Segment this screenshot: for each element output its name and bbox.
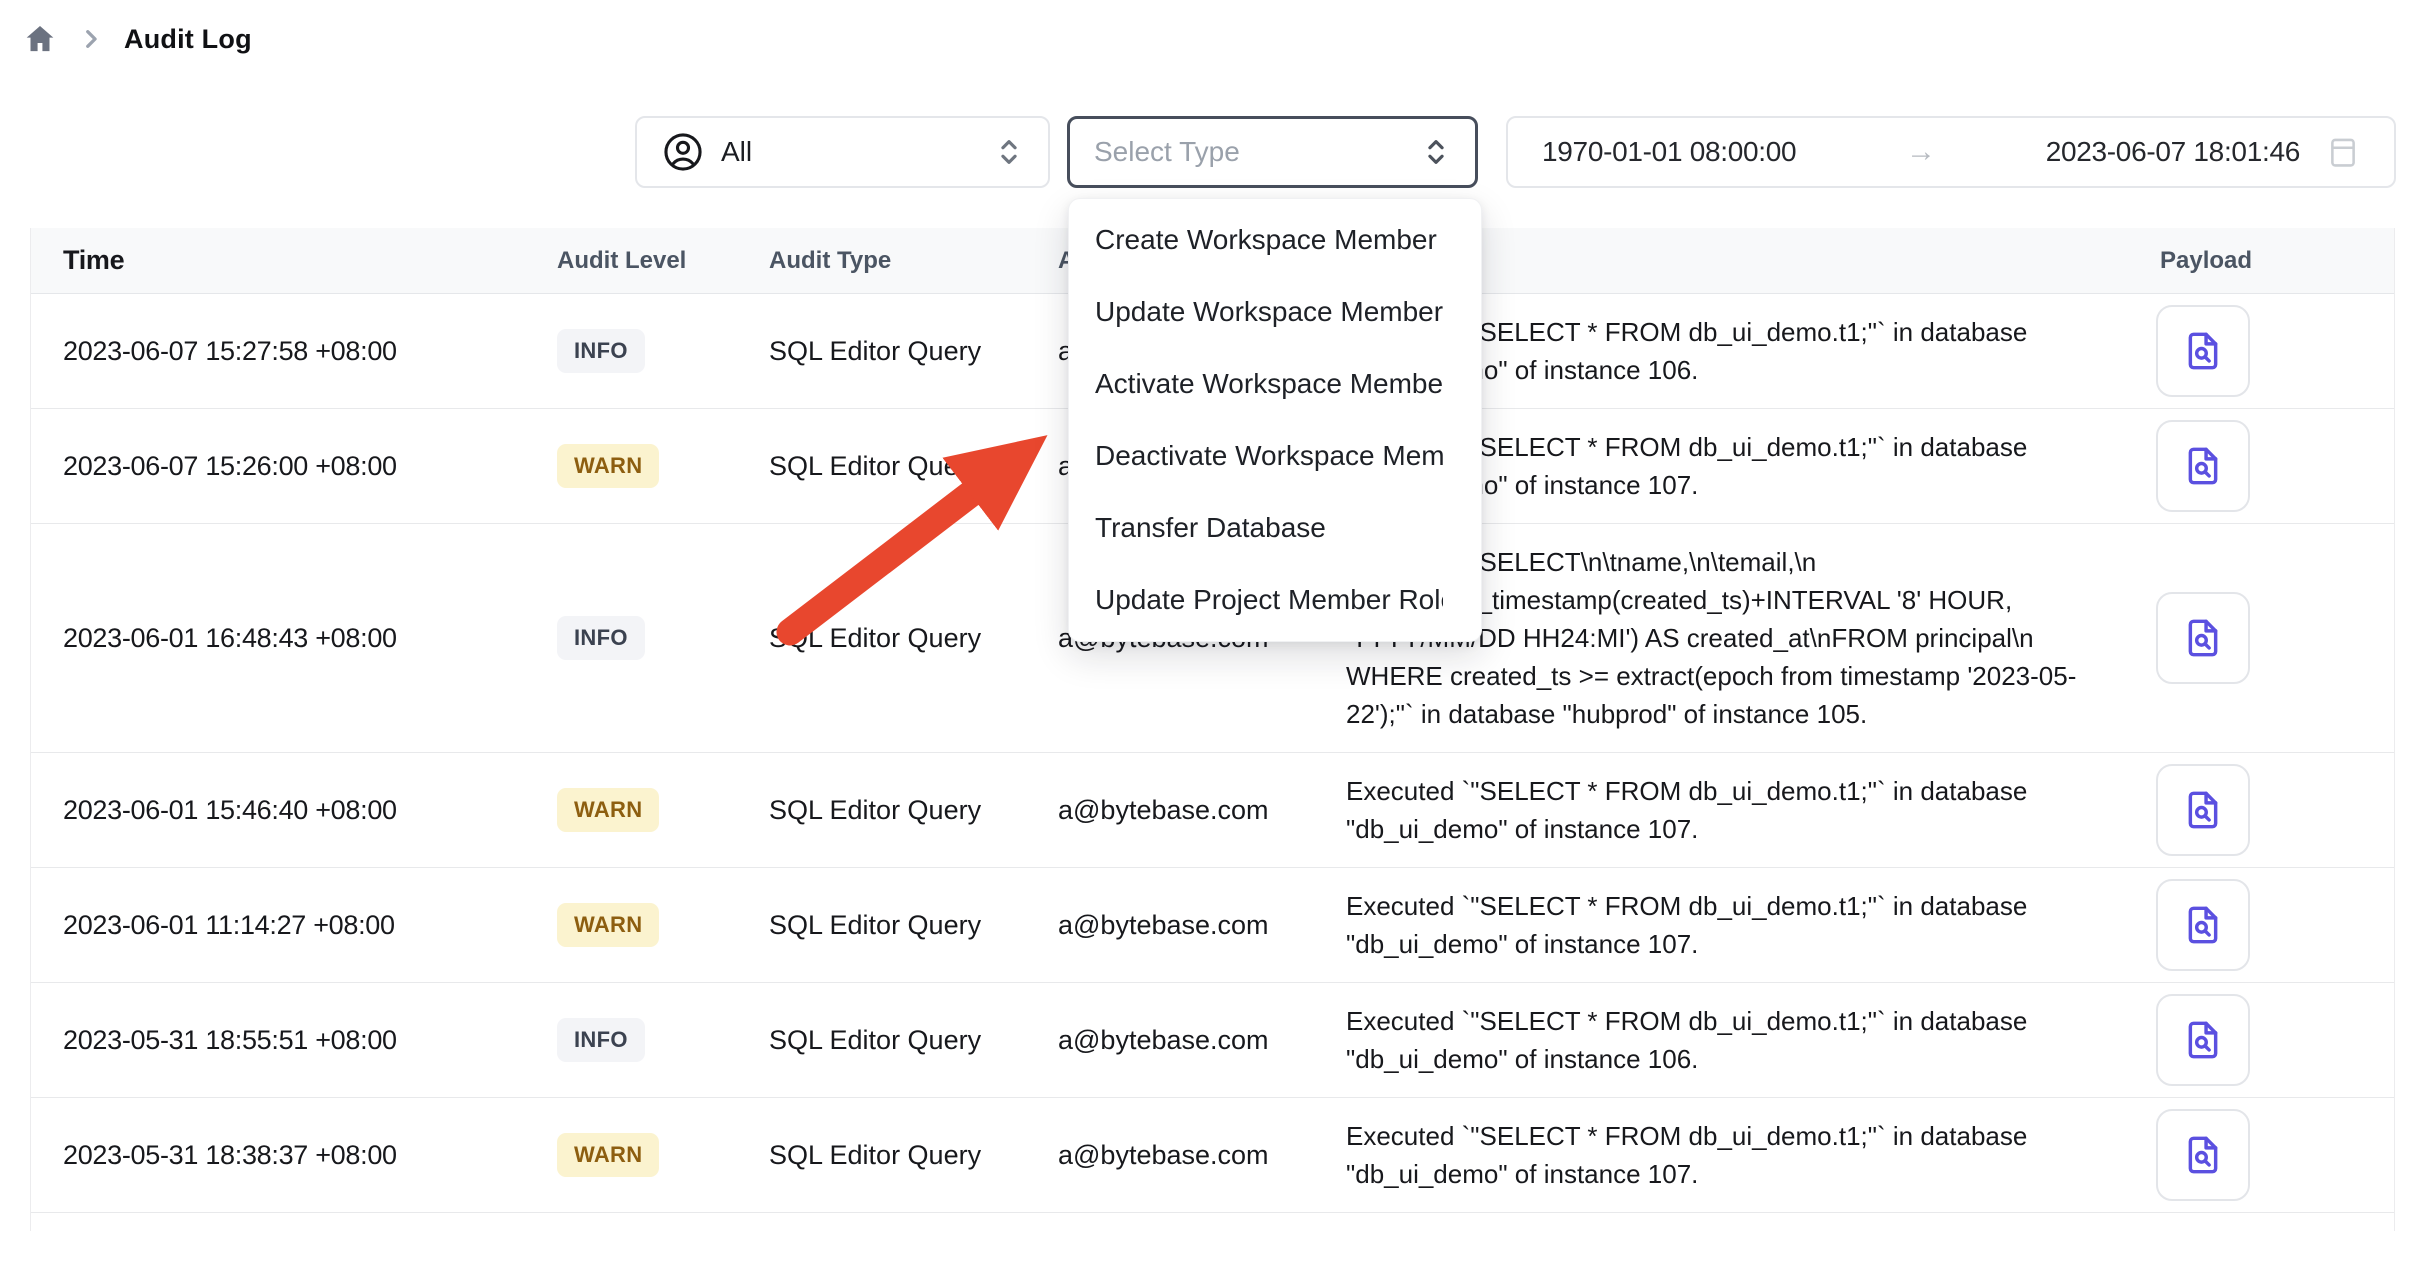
- type-filter-placeholder: Select Type: [1094, 136, 1240, 168]
- dropdown-option[interactable]: Activate Workspace Member: [1069, 348, 1481, 420]
- time-cell: 2023-06-07 15:26:00 +08:00: [31, 451, 551, 482]
- time-cell: 2023-06-01 16:48:43 +08:00: [31, 623, 551, 654]
- updown-chevron-icon: [994, 135, 1024, 169]
- dropdown-option[interactable]: Update Workspace Member: [1069, 276, 1481, 348]
- comment-cell: Executed `"SELECT * FROM db_ui_demo.t1;"…: [1344, 868, 2132, 982]
- actor-cell: a@bytebase.com: [1058, 1140, 1344, 1171]
- filter-bar: All Select Type 1970-01-01 08:00:00 → 20…: [0, 116, 2410, 188]
- calendar-icon: [2326, 133, 2360, 171]
- date-range-end[interactable]: 2023-06-07 18:01:46: [2046, 136, 2300, 168]
- audit-level-badge: WARN: [557, 1133, 659, 1177]
- file-search-icon: [2180, 787, 2226, 833]
- dropdown-option[interactable]: Deactivate Workspace Member: [1069, 420, 1481, 492]
- home-icon[interactable]: [22, 22, 58, 56]
- updown-chevron-icon: [1421, 135, 1451, 169]
- audit-level-badge: INFO: [557, 1018, 645, 1062]
- payload-cell: [2132, 420, 2394, 512]
- audit-level-badge: WARN: [557, 444, 659, 488]
- col-header-payload: Payload: [2132, 247, 2394, 275]
- audit-level-badge: WARN: [557, 903, 659, 947]
- payload-button[interactable]: [2156, 1109, 2250, 1201]
- audit-type-cell: SQL Editor Query: [769, 910, 1058, 941]
- date-range-picker[interactable]: 1970-01-01 08:00:00 → 2023-06-07 18:01:4…: [1506, 116, 2396, 188]
- time-cell: 2023-06-07 15:27:58 +08:00: [31, 336, 551, 367]
- type-filter-select[interactable]: Select Type: [1067, 116, 1478, 188]
- audit-level-cell: INFO: [551, 1018, 769, 1062]
- file-search-icon: [2180, 615, 2226, 661]
- payload-cell: [2132, 994, 2394, 1086]
- audit-level-cell: WARN: [551, 903, 769, 947]
- range-arrow-icon: →: [1796, 135, 2045, 169]
- audit-level-cell: WARN: [551, 1133, 769, 1177]
- time-cell: 2023-06-01 11:14:27 +08:00: [31, 910, 551, 941]
- payload-cell: [2132, 764, 2394, 856]
- payload-button[interactable]: [2156, 879, 2250, 971]
- user-circle-icon: [661, 130, 705, 174]
- col-header-audit-type: Audit Type: [769, 247, 1058, 275]
- time-cell: 2023-05-31 18:55:51 +08:00: [31, 1025, 551, 1056]
- audit-type-cell: SQL Editor Query: [769, 1140, 1058, 1171]
- comment-cell: Executed `"SELECT * FROM db_ui_demo.t1;"…: [1344, 983, 2132, 1097]
- payload-button[interactable]: [2156, 994, 2250, 1086]
- payload-button[interactable]: [2156, 420, 2250, 512]
- file-search-icon: [2180, 1017, 2226, 1063]
- col-header-audit-level: Audit Level: [551, 247, 769, 275]
- actor-filter-select[interactable]: All: [635, 116, 1050, 188]
- dropdown-option[interactable]: Create Workspace Member: [1069, 204, 1481, 276]
- payload-button[interactable]: [2156, 592, 2250, 684]
- time-cell: 2023-06-01 15:46:40 +08:00: [31, 795, 551, 826]
- payload-cell: [2132, 1109, 2394, 1201]
- comment-cell: Executed `"SELECT * FROM db_ui_demo.t1;"…: [1344, 1098, 2132, 1212]
- table-row: 2023-05-31 18:38:37 +08:00 WARN SQL Edit…: [31, 1098, 2394, 1213]
- payload-cell: [2132, 879, 2394, 971]
- payload-button[interactable]: [2156, 764, 2250, 856]
- audit-type-cell: SQL Editor Query: [769, 451, 1058, 482]
- audit-type-cell: SQL Editor Query: [769, 795, 1058, 826]
- dropdown-option[interactable]: Update Project Member Role: [1069, 564, 1481, 636]
- dropdown-option[interactable]: Transfer Database: [1069, 492, 1481, 564]
- audit-level-cell: WARN: [551, 788, 769, 832]
- file-search-icon: [2180, 443, 2226, 489]
- table-row: 2023-05-31 18:55:51 +08:00 INFO SQL Edit…: [31, 983, 2394, 1098]
- audit-type-cell: SQL Editor Query: [769, 1025, 1058, 1056]
- table-row: 2023-06-01 11:14:27 +08:00 WARN SQL Edit…: [31, 868, 2394, 983]
- file-search-icon: [2180, 902, 2226, 948]
- audit-level-badge: INFO: [557, 329, 645, 373]
- time-cell: 2023-05-31 18:38:37 +08:00: [31, 1140, 551, 1171]
- payload-button[interactable]: [2156, 305, 2250, 397]
- page-title: Audit Log: [124, 24, 252, 55]
- audit-level-badge: INFO: [557, 616, 645, 660]
- partial-next-row: [31, 1213, 2394, 1231]
- breadcrumb-chevron-icon: [80, 26, 102, 52]
- type-dropdown-menu: Create Workspace Member Update Workspace…: [1068, 198, 1482, 642]
- comment-cell: Executed `"SELECT * FROM db_ui_demo.t1;"…: [1344, 753, 2132, 867]
- payload-cell: [2132, 305, 2394, 397]
- actor-cell: a@bytebase.com: [1058, 1025, 1344, 1056]
- breadcrumb: Audit Log: [22, 22, 252, 56]
- actor-cell: a@bytebase.com: [1058, 910, 1344, 941]
- audit-level-badge: WARN: [557, 788, 659, 832]
- audit-level-cell: INFO: [551, 616, 769, 660]
- audit-level-cell: WARN: [551, 444, 769, 488]
- date-range-start[interactable]: 1970-01-01 08:00:00: [1542, 136, 1796, 168]
- col-header-time: Time: [31, 245, 551, 276]
- file-search-icon: [2180, 1132, 2226, 1178]
- actor-cell: a@bytebase.com: [1058, 795, 1344, 826]
- actor-filter-value: All: [721, 136, 752, 168]
- audit-type-cell: SQL Editor Query: [769, 336, 1058, 367]
- audit-type-cell: SQL Editor Query: [769, 623, 1058, 654]
- audit-level-cell: INFO: [551, 329, 769, 373]
- table-row: 2023-06-01 15:46:40 +08:00 WARN SQL Edit…: [31, 753, 2394, 868]
- payload-cell: [2132, 592, 2394, 684]
- file-search-icon: [2180, 328, 2226, 374]
